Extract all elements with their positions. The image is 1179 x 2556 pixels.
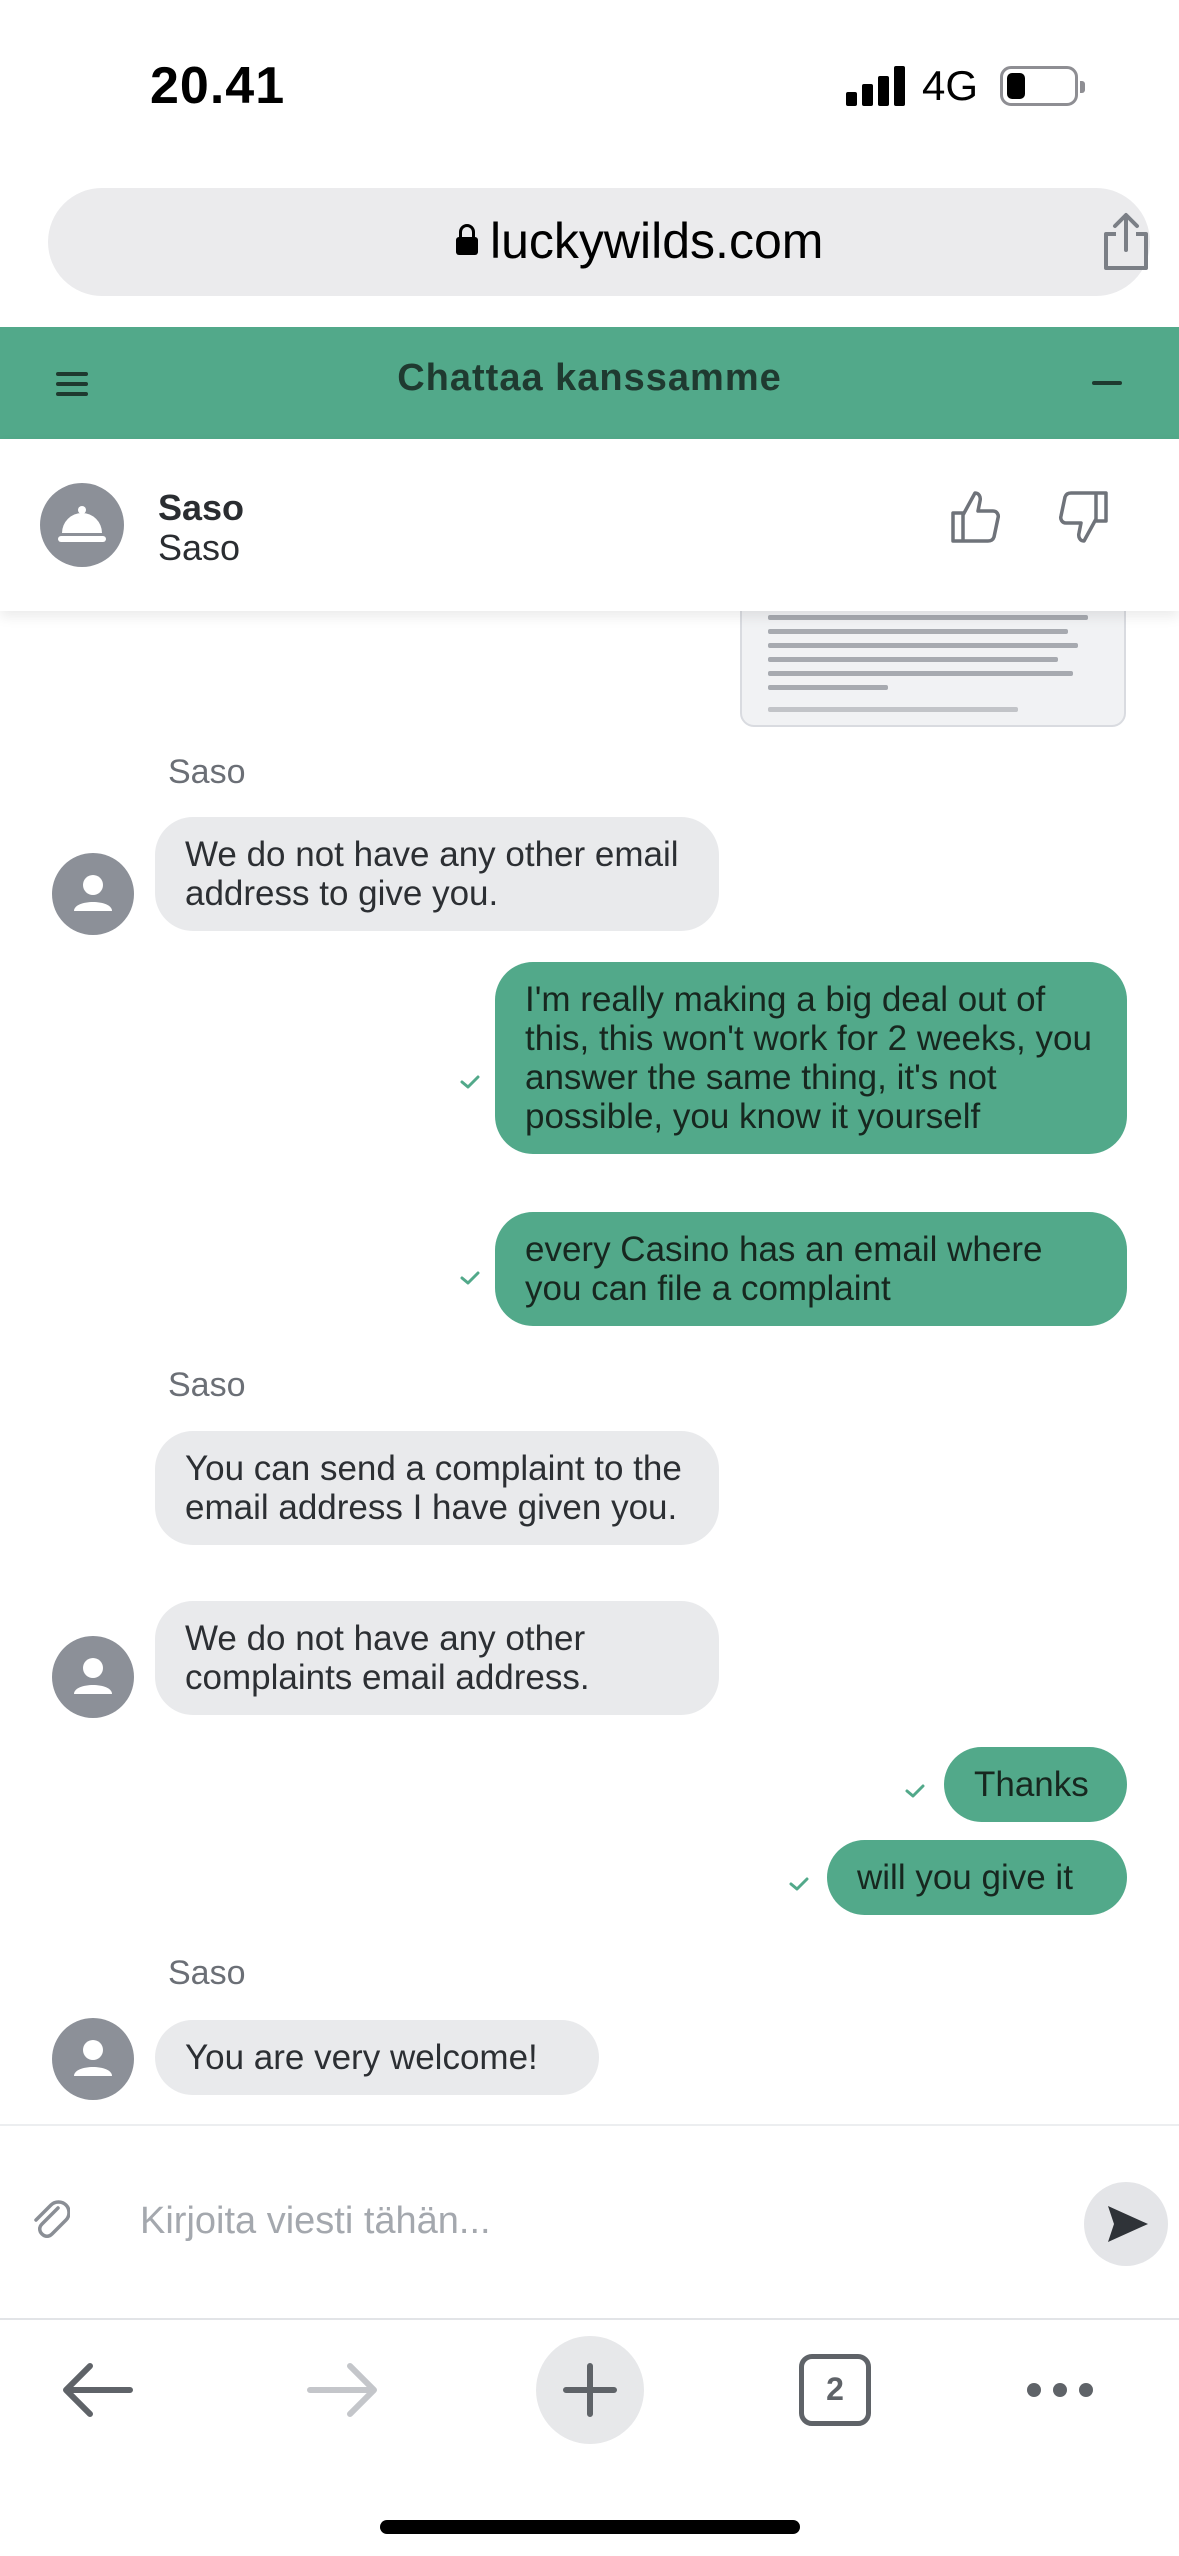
agent-message-avatar (52, 1636, 134, 1718)
bell-icon (58, 506, 106, 542)
outgoing-message: I'm really making a big deal out of this… (495, 962, 1127, 1154)
battery-icon (1000, 66, 1085, 106)
new-tab-button[interactable] (536, 2336, 644, 2444)
check-icon (905, 1784, 925, 1798)
agent-message-avatar (52, 853, 134, 935)
message-list[interactable]: Saso We do not have any other email addr… (0, 611, 1179, 2124)
sender-label: Saso (168, 1366, 246, 1404)
message-composer (0, 2124, 1179, 2320)
more-icon[interactable] (1024, 2378, 1096, 2402)
user-icon (74, 875, 112, 911)
agent-subtitle: Saso (158, 527, 241, 568)
chat-title: Chattaa kanssamme (397, 357, 782, 399)
network-label: 4G (922, 62, 979, 109)
incoming-message: We do not have any other complaints emai… (155, 1601, 719, 1715)
message-input[interactable] (118, 2176, 1058, 2266)
send-button[interactable] (1084, 2182, 1168, 2266)
home-indicator (380, 2520, 800, 2534)
outgoing-message: every Casino has an email where you can … (495, 1212, 1127, 1326)
status-bar: 20.41 4G (0, 0, 1179, 170)
paperclip-icon[interactable] (30, 2194, 70, 2240)
lock-icon (456, 224, 478, 256)
attached-image[interactable] (740, 611, 1126, 727)
signal-icon (846, 66, 906, 106)
sender-label: Saso (168, 1954, 246, 1992)
status-time: 20.41 (150, 57, 286, 115)
check-icon (789, 1877, 809, 1891)
thumbs-down-icon[interactable] (1058, 489, 1110, 545)
incoming-message: You are very welcome! (155, 2020, 599, 2095)
outgoing-message: will you give it (827, 1840, 1127, 1915)
plus-icon (563, 2363, 617, 2417)
agent-message-avatar (52, 2018, 134, 2100)
user-icon (74, 1658, 112, 1694)
url-text[interactable]: luckywilds.com (490, 212, 823, 270)
forward-arrow-icon[interactable] (306, 2362, 380, 2418)
tabs-button[interactable]: 2 (799, 2354, 871, 2426)
address-bar[interactable]: luckywilds.com (48, 188, 1150, 296)
incoming-message: We do not have any other email address t… (155, 817, 719, 931)
share-icon[interactable] (1098, 212, 1154, 272)
thumbs-up-icon[interactable] (949, 489, 1001, 545)
send-icon (1108, 2206, 1148, 2242)
sender-label: Saso (168, 753, 246, 791)
user-icon (74, 2040, 112, 2076)
tabs-count: 2 (826, 2371, 844, 2407)
agent-avatar (40, 483, 124, 567)
check-icon (460, 1075, 480, 1089)
chat-header: Chattaa kanssamme (0, 327, 1179, 439)
agent-bar: Saso Saso (0, 439, 1179, 611)
agent-name: Saso (158, 487, 245, 528)
minimize-icon[interactable] (1092, 381, 1122, 385)
check-icon (460, 1271, 480, 1285)
incoming-message: You can send a complaint to the email ad… (155, 1431, 719, 1545)
back-arrow-icon[interactable] (60, 2362, 134, 2418)
browser-toolbar: 2 (0, 2322, 1179, 2556)
outgoing-message: Thanks (944, 1747, 1127, 1822)
